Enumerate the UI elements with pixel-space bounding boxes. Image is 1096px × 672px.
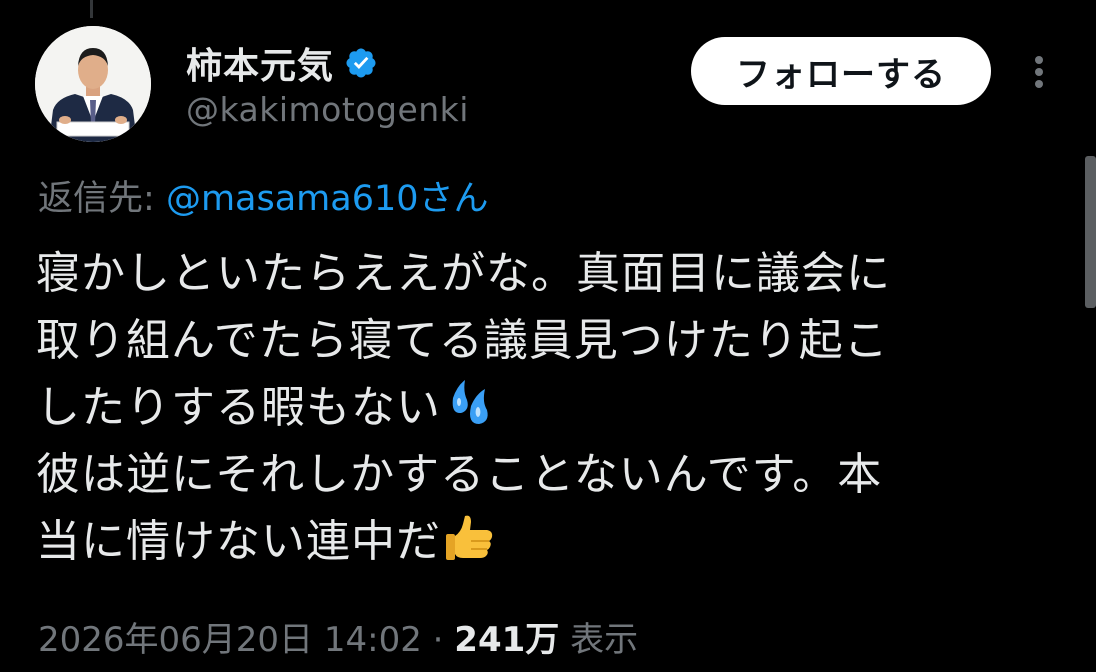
avatar[interactable] bbox=[35, 26, 151, 142]
tweet-line-with-emoji: 当に情けない連中だ bbox=[36, 508, 1076, 575]
display-name[interactable]: 柿本元気 bbox=[186, 37, 334, 89]
tweet-line: 彼は逆にそれしかすることないんです。本 bbox=[36, 449, 883, 500]
tweet-text: 寝かしといたらええがな。真面目に議会に 取り組んでたら寝てる議員見つけたり起こ … bbox=[36, 240, 1076, 575]
tweet-line-with-emoji: したりする暇もない bbox=[36, 374, 1076, 441]
more-vertical-icon[interactable] bbox=[1024, 52, 1054, 92]
author-name-row[interactable]: 柿本元気 bbox=[186, 38, 378, 88]
tweet-line: したりする暇もない bbox=[36, 382, 441, 433]
thread-connector-line bbox=[90, 0, 93, 18]
user-handle[interactable]: @kakimotogenki bbox=[186, 90, 469, 129]
meta-separator: · bbox=[432, 620, 444, 660]
tweet-line: 寝かしといたらええがな。真面目に議会に bbox=[36, 248, 891, 299]
verified-badge-icon bbox=[344, 46, 378, 80]
views-label: 表示 bbox=[570, 620, 639, 660]
tweet-line: 当に情けない連中だ bbox=[36, 516, 441, 567]
reply-prefix: 返信先: bbox=[38, 179, 155, 219]
scrollbar-thumb[interactable] bbox=[1085, 156, 1096, 308]
reply-mention-link[interactable]: @masama610さん bbox=[166, 179, 489, 219]
follow-button[interactable]: フォローする bbox=[691, 37, 991, 105]
timestamp[interactable]: 2026年06月20日 14:02 bbox=[38, 620, 422, 660]
views-count: 241万 bbox=[454, 620, 560, 660]
avatar-image bbox=[35, 26, 151, 142]
sweat-droplets-emoji bbox=[443, 376, 497, 430]
reply-to-label: 返信先: @masama610さん bbox=[38, 170, 489, 221]
thumbs-up-emoji bbox=[443, 510, 497, 564]
tweet-line: 取り組んでたら寝てる議員見つけたり起こ bbox=[36, 315, 889, 366]
tweet-meta: 2026年06月20日 14:02 · 241万 表示 bbox=[38, 612, 638, 661]
